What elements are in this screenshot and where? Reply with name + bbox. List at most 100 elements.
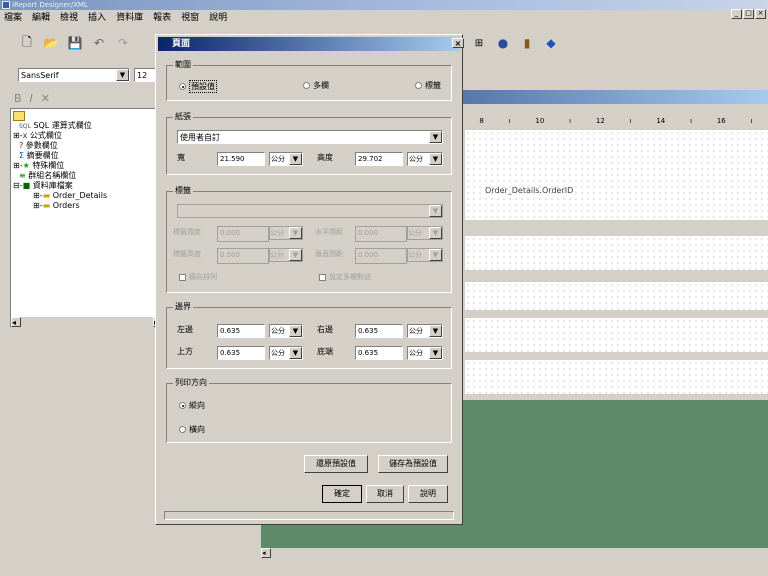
- menu-view[interactable]: 檢視: [60, 11, 78, 25]
- left-margin-unit[interactable]: 公分 ▼: [269, 324, 303, 338]
- tree-item-orders[interactable]: ⊞-▬ Orders: [33, 201, 80, 211]
- radio-multicolumn[interactable]: 多欄: [303, 80, 329, 91]
- width-field[interactable]: 21.590: [217, 152, 265, 166]
- radio-default[interactable]: 預設值: [179, 80, 217, 93]
- left-margin-label: 左邊: [177, 325, 193, 334]
- radio-dot: [179, 426, 186, 433]
- save-defaults-button[interactable]: 儲存為預設值: [378, 455, 448, 473]
- bottom-margin-field[interactable]: 0.635: [355, 346, 403, 360]
- orientation-group: 列印方向 縱向 橫向: [166, 378, 452, 443]
- band-icon[interactable]: ▮: [518, 34, 536, 52]
- label-height-field[interactable]: 0.000: [217, 248, 269, 264]
- chevron-down-icon[interactable]: ▼: [289, 227, 302, 239]
- redo-icon[interactable]: ↷: [114, 34, 132, 52]
- chevron-down-icon[interactable]: ▼: [429, 325, 442, 337]
- font-name-select[interactable]: SansSerif ▼: [18, 68, 130, 82]
- multicolumn-dialog-checkbox[interactable]: 設定多欄對話: [319, 272, 371, 282]
- italic-icon[interactable]: I: [30, 92, 33, 105]
- menu-window[interactable]: 視窗: [181, 11, 199, 25]
- font-size-select[interactable]: 12: [134, 68, 156, 82]
- radio-portrait[interactable]: 縱向: [179, 400, 205, 411]
- menu-database[interactable]: 資料庫: [116, 11, 143, 25]
- radio-landscape[interactable]: 橫向: [179, 424, 205, 435]
- ok-button[interactable]: 確定: [322, 485, 362, 503]
- menu-file[interactable]: 檔案: [4, 11, 22, 25]
- tree-item-database[interactable]: ⊟-■ 資料庫檔案: [13, 181, 73, 191]
- h-gap-field[interactable]: 0.000: [355, 226, 407, 242]
- top-margin-unit[interactable]: 公分 ▼: [269, 346, 303, 360]
- paper-size-select[interactable]: 使用者自訂 ▼: [177, 130, 443, 144]
- sort-icon[interactable]: ⊞: [470, 34, 488, 52]
- report-hscrollbar[interactable]: ◂: [261, 548, 768, 560]
- chevron-down-icon[interactable]: ▼: [289, 347, 302, 359]
- app-title: iReport Designer/XML: [12, 1, 88, 9]
- report-band-3[interactable]: [465, 282, 768, 310]
- chevron-down-icon[interactable]: ▼: [429, 205, 442, 217]
- menu-edit[interactable]: 編輯: [32, 11, 50, 25]
- left-margin-field[interactable]: 0.635: [217, 324, 265, 338]
- label-width-unit[interactable]: 公分 ▼: [269, 226, 303, 240]
- chevron-down-icon[interactable]: ▼: [429, 227, 442, 239]
- chevron-down-icon[interactable]: ▼: [289, 249, 302, 261]
- page-setup-dialog: 頁面 × 範圍 預設值 多欄 標籤 紙張 使用者自訂 ▼ 寬 21.590 公分…: [155, 34, 464, 525]
- database-icon[interactable]: ◆: [542, 34, 560, 52]
- chevron-down-icon[interactable]: ▼: [289, 325, 302, 337]
- undo-icon[interactable]: ↶: [90, 34, 108, 52]
- bottom-margin-unit[interactable]: 公分 ▼: [407, 346, 443, 360]
- tree-item-special[interactable]: ⊞-★ 特殊欄位: [13, 161, 64, 171]
- scroll-left-icon[interactable]: ◂: [11, 317, 21, 327]
- height-field[interactable]: 29.702: [355, 152, 403, 166]
- tree-item-summary[interactable]: Σ 摘要欄位: [19, 151, 59, 161]
- app-icon: [2, 1, 10, 9]
- v-gap-unit[interactable]: 公分 ▼: [407, 248, 443, 262]
- help-button[interactable]: 說明: [408, 485, 448, 503]
- label-type-select[interactable]: ▼: [177, 204, 443, 218]
- field-explorer-tree: SQL SQL 運算式欄位 ⊞-x 公式欄位 ? 參數欄位 Σ 摘要欄位 ⊞-★…: [10, 108, 163, 329]
- format-toolbar: B I ✕: [14, 92, 50, 105]
- main-toolbar: 🗋 📂 💾 ↶ ↷: [18, 30, 132, 56]
- report-band-5[interactable]: [465, 360, 768, 394]
- bold-icon[interactable]: B: [14, 92, 22, 105]
- dialog-close-icon[interactable]: ×: [452, 38, 464, 48]
- label-height-unit[interactable]: 公分 ▼: [269, 248, 303, 262]
- width-unit-select[interactable]: 公分 ▼: [269, 152, 303, 166]
- top-margin-field[interactable]: 0.635: [217, 346, 265, 360]
- chevron-down-icon[interactable]: ▼: [429, 153, 442, 165]
- chevron-down-icon[interactable]: ▼: [429, 131, 442, 143]
- menu-report[interactable]: 報表: [153, 11, 171, 25]
- right-margin-unit[interactable]: 公分 ▼: [407, 324, 443, 338]
- save-icon[interactable]: 💾: [66, 34, 84, 52]
- h-gap-unit[interactable]: 公分 ▼: [407, 226, 443, 240]
- tree-item-order-details[interactable]: ⊞-▬ Order_Details: [33, 191, 107, 201]
- v-gap-field[interactable]: 0.000: [355, 248, 407, 264]
- tree-hscrollbar[interactable]: ◂ ▸: [11, 317, 163, 329]
- restore-defaults-button[interactable]: 還原預設值: [304, 455, 368, 473]
- chevron-down-icon[interactable]: ▼: [429, 249, 442, 261]
- scope-legend: 範圍: [173, 60, 193, 70]
- report-band-4[interactable]: [465, 318, 768, 352]
- tree-item-group[interactable]: ≡ 群組名稱欄位: [19, 171, 76, 181]
- menu-insert[interactable]: 插入: [88, 11, 106, 25]
- chevron-down-icon[interactable]: ▼: [289, 153, 302, 165]
- delete-icon[interactable]: ✕: [41, 92, 50, 105]
- right-margin-field[interactable]: 0.635: [355, 324, 403, 338]
- new-file-icon[interactable]: 🗋: [18, 34, 36, 52]
- group-icon[interactable]: ●: [494, 34, 512, 52]
- height-unit-select[interactable]: 公分 ▼: [407, 152, 443, 166]
- cancel-button[interactable]: 取消: [366, 485, 404, 503]
- chevron-down-icon[interactable]: ▼: [116, 69, 129, 81]
- radio-label[interactable]: 標籤: [415, 80, 441, 91]
- tree-item-param[interactable]: ? 參數欄位: [19, 141, 58, 151]
- bottom-margin-label: 底端: [317, 347, 333, 356]
- open-folder-icon[interactable]: 📂: [42, 34, 60, 52]
- report-band-2[interactable]: [465, 236, 768, 270]
- tree-item-formula[interactable]: ⊞-x 公式欄位: [13, 131, 62, 141]
- report-detail-band[interactable]: [465, 130, 768, 220]
- field-order-id[interactable]: Order_Details.OrderID: [485, 186, 573, 195]
- chevron-down-icon[interactable]: ▼: [429, 347, 442, 359]
- scroll-left-icon[interactable]: ◂: [261, 548, 271, 558]
- label-width-field[interactable]: 0.000: [217, 226, 269, 242]
- menu-bar: 檔案 編輯 檢視 插入 資料庫 報表 視窗 說明: [0, 11, 768, 25]
- horizontal-arrange-checkbox[interactable]: 橫向排列: [179, 272, 217, 282]
- menu-help[interactable]: 說明: [209, 11, 227, 25]
